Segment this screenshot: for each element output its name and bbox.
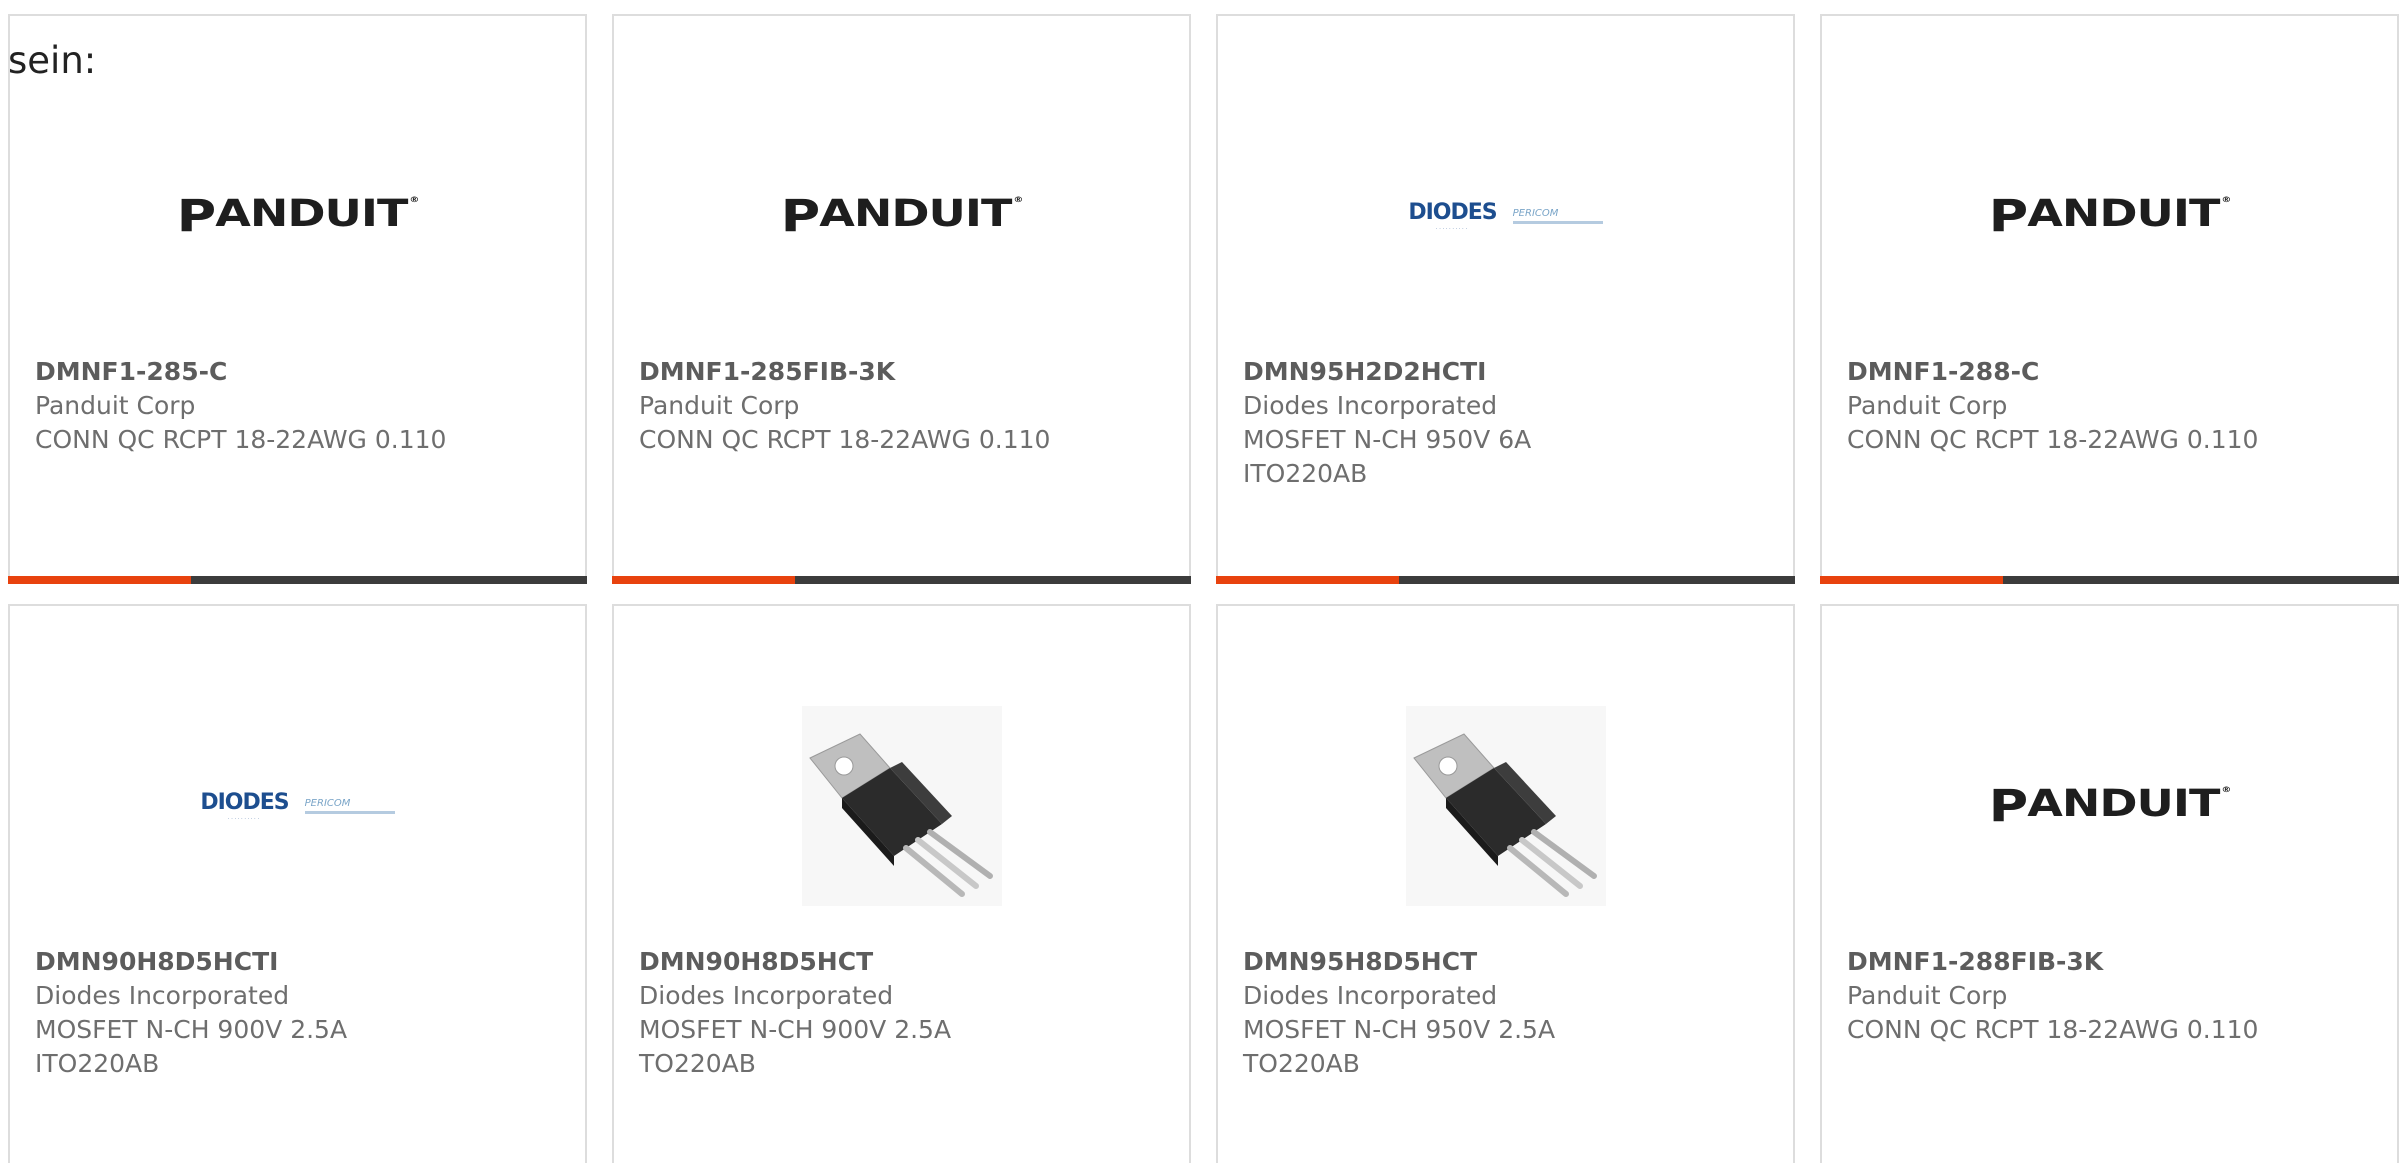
product-description: MOSFET N-CH 950V 6A <box>1243 425 1532 454</box>
product-image[interactable]: P ANDUIT ® <box>614 116 1189 316</box>
product-description: CONN QC RCPT 18-22AWG 0.110 <box>1847 425 2259 454</box>
card-bottom-bar <box>1216 576 1795 584</box>
product-card[interactable]: P ANDUIT ® DMNF1-285-C Panduit Corp CONN QC R… <box>8 14 587 584</box>
product-description: ITO220AB <box>1243 459 1368 488</box>
diodes-logo: DIODES ·········· PERICOM <box>1408 201 1603 231</box>
card-accent-bar <box>8 576 191 584</box>
product-description: CONN QC RCPT 18-22AWG 0.110 <box>1847 1015 2259 1044</box>
product-card[interactable]: DIODES ·········· PERICOM DMN95H2D2HCTI Diod… <box>1216 14 1795 584</box>
part-number-link[interactable]: DMN90H8D5HCTI <box>35 945 565 979</box>
page: sein: P ANDUIT ® DMNF1-285-C Panduit Corp CON… <box>0 0 2400 1163</box>
product-info: DMN95H2D2HCTI Diodes Incorporated MOSFET N… <box>1243 355 1773 491</box>
product-description: ITO220AB <box>35 1049 160 1078</box>
part-number-link[interactable]: DMN95H8D5HCT <box>1243 945 1773 979</box>
product-info: DMN90H8D5HCTI Diodes Incorporated MOSFET N… <box>35 945 565 1081</box>
panduit-logo: P ANDUIT ® <box>176 190 420 242</box>
to220-transistor-image <box>801 706 1002 906</box>
part-number-link[interactable]: DMNF1-285FIB-3K <box>639 355 1169 389</box>
manufacturer-name: Panduit Corp <box>639 391 800 420</box>
product-image[interactable]: DIODES ·········· PERICOM <box>1218 116 1793 316</box>
panduit-logo: P ANDUIT ® <box>1988 780 2232 832</box>
product-image[interactable]: P ANDUIT ® <box>10 116 585 316</box>
product-card[interactable]: DMN90H8D5HCT Diodes Incorporated MOSFET N-… <box>612 604 1191 1163</box>
product-image[interactable] <box>1218 706 1793 906</box>
product-info: DMN90H8D5HCT Diodes Incorporated MOSFET N-… <box>639 945 1169 1081</box>
product-info: DMNF1-285-C Panduit Corp CONN QC RCPT 18-2… <box>35 355 565 457</box>
manufacturer-name: Diodes Incorporated <box>639 981 894 1010</box>
card-accent-bar <box>1820 576 2003 584</box>
to220-transistor-image <box>1405 706 1606 906</box>
part-number-link[interactable]: DMNF1-285-C <box>35 355 565 389</box>
product-info: DMNF1-288-C Panduit Corp CONN QC RCPT 18-2… <box>1847 355 2377 457</box>
product-image[interactable] <box>614 706 1189 906</box>
manufacturer-name: Diodes Incorporated <box>35 981 290 1010</box>
product-info: DMNF1-285FIB-3K Panduit Corp CONN QC RCPT … <box>639 355 1169 457</box>
product-description: TO220AB <box>639 1049 756 1078</box>
manufacturer-name: Panduit Corp <box>35 391 196 420</box>
product-description: CONN QC RCPT 18-22AWG 0.110 <box>35 425 447 454</box>
product-image[interactable]: P ANDUIT ® <box>1822 706 2397 906</box>
card-bottom-bar <box>1820 576 2399 584</box>
card-bottom-bar <box>8 576 587 584</box>
card-accent-bar <box>1216 576 1399 584</box>
part-number-link[interactable]: DMN90H8D5HCT <box>639 945 1169 979</box>
card-bottom-bar <box>612 576 1191 584</box>
part-number-link[interactable]: DMNF1-288-C <box>1847 355 2377 389</box>
diodes-logo: DIODES ·········· PERICOM <box>200 791 395 821</box>
product-card[interactable]: P ANDUIT ® DMNF1-285FIB-3K Panduit Corp CONN … <box>612 14 1191 584</box>
part-number-link[interactable]: DMNF1-288FIB-3K <box>1847 945 2377 979</box>
product-grid: P ANDUIT ® DMNF1-285-C Panduit Corp CONN QC R… <box>8 14 2400 1163</box>
card-accent-bar <box>612 576 795 584</box>
intro-text: sein: <box>8 39 97 82</box>
panduit-logo: P ANDUIT ® <box>1988 190 2232 242</box>
product-description: TO220AB <box>1243 1049 1360 1078</box>
product-description: MOSFET N-CH 950V 2.5A <box>1243 1015 1556 1044</box>
manufacturer-name: Panduit Corp <box>1847 981 2008 1010</box>
product-description: MOSFET N-CH 900V 2.5A <box>639 1015 952 1044</box>
manufacturer-name: Panduit Corp <box>1847 391 2008 420</box>
product-card[interactable]: P ANDUIT ® DMNF1-288FIB-3K Panduit Corp CONN … <box>1820 604 2399 1163</box>
product-description: CONN QC RCPT 18-22AWG 0.110 <box>639 425 1051 454</box>
product-description: MOSFET N-CH 900V 2.5A <box>35 1015 348 1044</box>
part-number-link[interactable]: DMN95H2D2HCTI <box>1243 355 1773 389</box>
product-info: DMNF1-288FIB-3K Panduit Corp CONN QC RCPT … <box>1847 945 2377 1047</box>
panduit-logo: P ANDUIT ® <box>780 190 1024 242</box>
product-card[interactable]: P ANDUIT ® DMNF1-288-C Panduit Corp CONN QC R… <box>1820 14 2399 584</box>
product-card[interactable]: DMN95H8D5HCT Diodes Incorporated MOSFET N-… <box>1216 604 1795 1163</box>
product-image[interactable]: P ANDUIT ® <box>1822 116 2397 316</box>
manufacturer-name: Diodes Incorporated <box>1243 981 1498 1010</box>
product-info: DMN95H8D5HCT Diodes Incorporated MOSFET N-… <box>1243 945 1773 1081</box>
product-card[interactable]: DIODES ·········· PERICOM DMN90H8D5HCTI Diod… <box>8 604 587 1163</box>
manufacturer-name: Diodes Incorporated <box>1243 391 1498 420</box>
product-image[interactable]: DIODES ·········· PERICOM <box>10 706 585 906</box>
